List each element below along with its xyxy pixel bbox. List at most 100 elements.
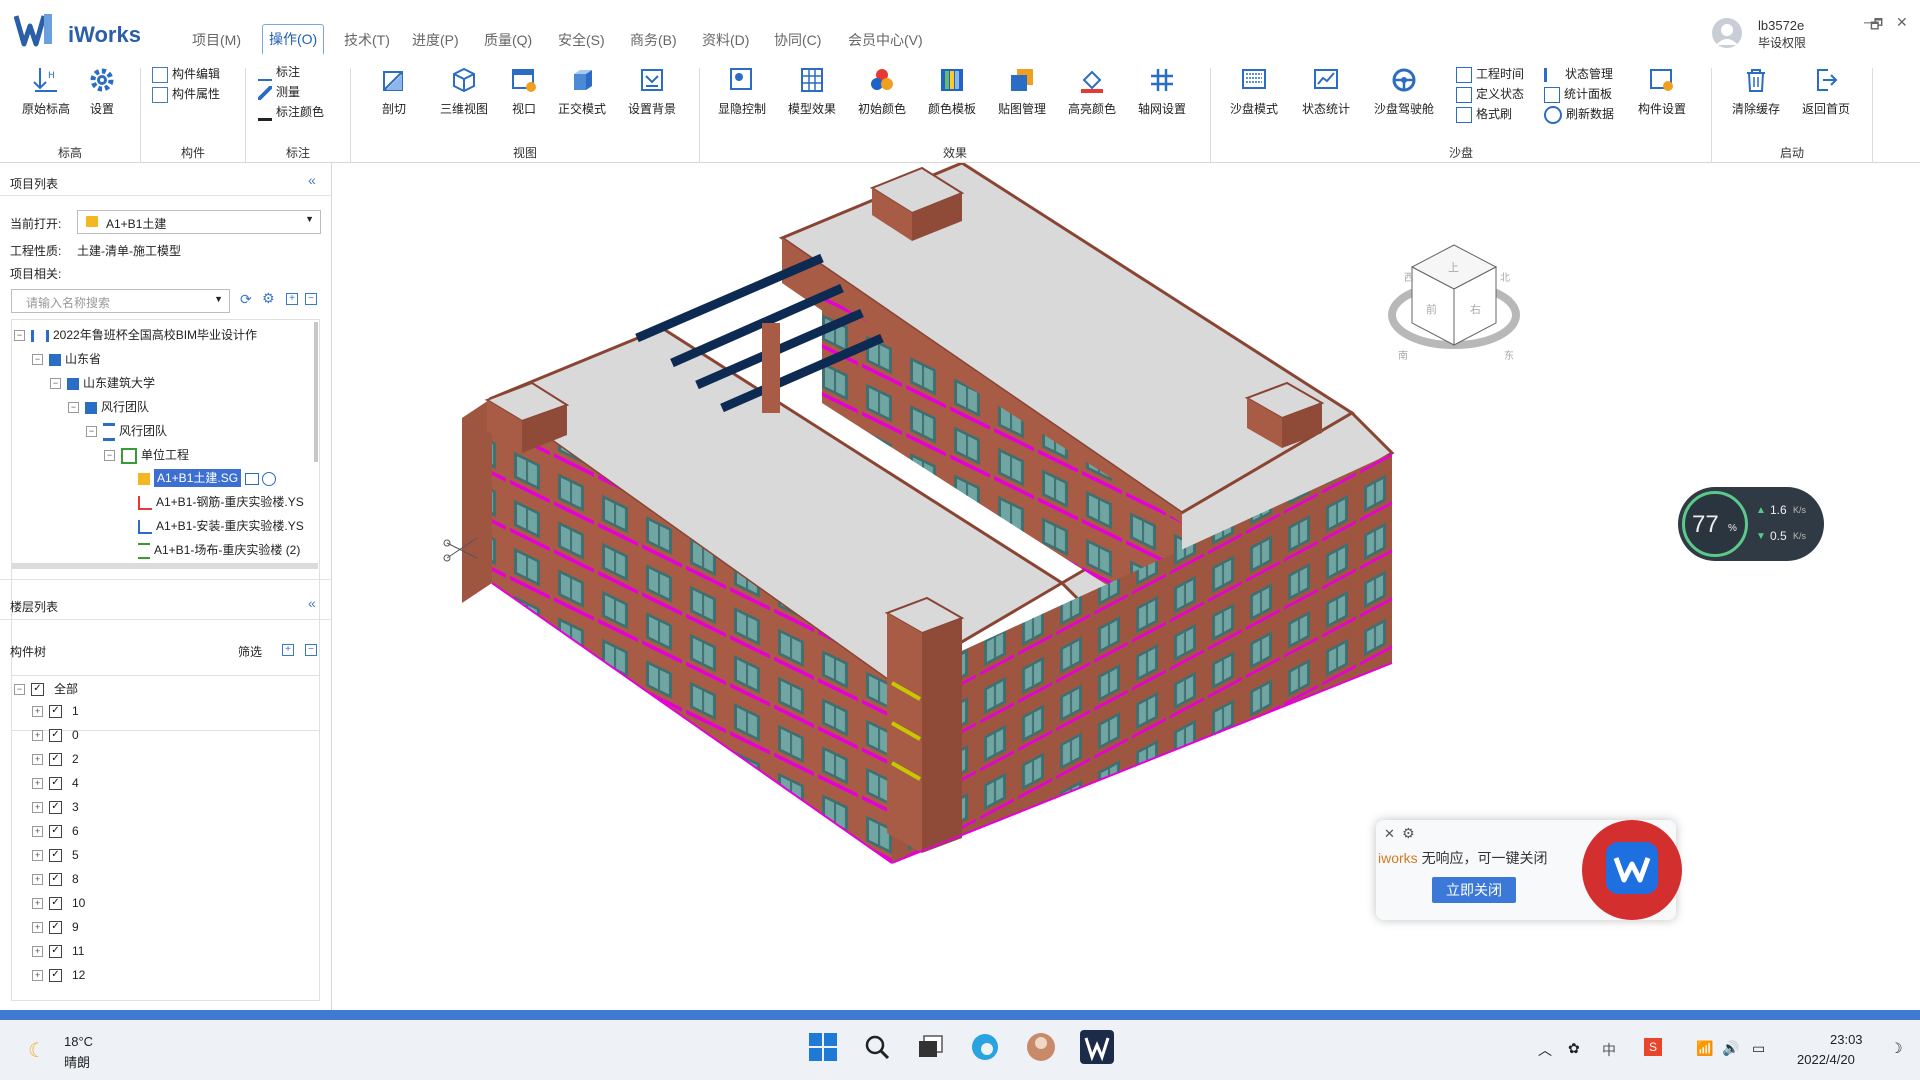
define-status-button[interactable]: 定义状态 xyxy=(1456,84,1524,104)
avatar[interactable] xyxy=(1712,18,1742,48)
annotation-color-button[interactable]: 标注颜色 xyxy=(258,102,324,122)
floor-checkbox[interactable]: ✓ xyxy=(49,873,62,887)
sandbox-mode-button[interactable]: 沙盘模式 xyxy=(1222,66,1286,117)
format-painter-button[interactable]: 格式刷 xyxy=(1456,104,1512,124)
menu-progress[interactable]: 进度(P) xyxy=(406,26,465,54)
tree-item[interactable]: − 单位工程 xyxy=(104,446,189,464)
floor-checkbox[interactable]: ✓ xyxy=(49,753,62,767)
project-search-input[interactable]: 请输入名称搜索 ▼ xyxy=(11,289,230,313)
floor-checkbox[interactable]: ✓ xyxy=(49,897,62,911)
scrollbar[interactable] xyxy=(314,322,318,462)
menu-tech[interactable]: 技术(T) xyxy=(338,26,396,54)
viewcube-face-top[interactable]: 上 xyxy=(1448,261,1459,274)
floor-item[interactable]: + ✓ 3 xyxy=(32,800,79,815)
horizontal-scrollbar[interactable] xyxy=(12,563,318,569)
moon-icon[interactable]: ☾ xyxy=(28,1038,46,1063)
share-icon[interactable] xyxy=(262,471,277,486)
weather-temp[interactable]: 18°C xyxy=(64,1034,93,1049)
expander-icon[interactable]: + xyxy=(32,922,43,934)
floor-item[interactable]: + ✓ 2 xyxy=(32,752,79,767)
menu-safety[interactable]: 安全(S) xyxy=(552,26,611,54)
3d-view-button[interactable]: 三维视图 xyxy=(432,66,496,117)
network-speed-widget[interactable]: 77 % ▲ 1.6 K/s ▼ 0.5 K/s xyxy=(1678,487,1824,561)
floor-checkbox[interactable]: ✓ xyxy=(49,705,62,719)
viewport-button[interactable]: 视口 xyxy=(492,66,556,117)
return-home-button[interactable]: 返回首页 xyxy=(1794,66,1858,117)
chevron-up-icon[interactable]: ︿ xyxy=(1538,1040,1552,1060)
floor-checkbox[interactable]: ✓ xyxy=(49,825,62,839)
floor-item[interactable]: + ✓ 12 xyxy=(32,968,85,983)
menu-quality[interactable]: 质量(Q) xyxy=(478,26,538,54)
building-model[interactable]: 上 前 右 西 北 东 南 xyxy=(332,161,1920,1010)
component-settings-button[interactable]: 构件设置 xyxy=(1630,66,1694,117)
expander-icon[interactable]: + xyxy=(32,826,43,838)
volume-icon[interactable]: 🔊 xyxy=(1722,1040,1739,1057)
floor-item[interactable]: + ✓ 5 xyxy=(32,848,79,863)
floor-checkbox[interactable]: ✓ xyxy=(49,801,62,815)
expander-icon[interactable]: + xyxy=(32,850,43,862)
search-icon[interactable] xyxy=(860,1030,894,1064)
expander-icon[interactable]: + xyxy=(32,730,43,742)
project-time-button[interactable]: 工程时间 xyxy=(1456,64,1524,84)
floor-checkbox[interactable]: ✓ xyxy=(31,683,44,697)
tree-item[interactable]: −2022年鲁班杯全国高校BIM毕业设计作 xyxy=(14,326,257,343)
expander-icon[interactable]: + xyxy=(32,970,43,982)
floor-item[interactable]: + ✓ 11 xyxy=(32,944,84,959)
highlight-color-button[interactable]: 高亮颜色 xyxy=(1060,66,1124,117)
orthographic-mode-button[interactable]: 正交模式 xyxy=(550,66,614,117)
tree-item[interactable]: − 风行团队 xyxy=(86,422,167,441)
refresh-data-button[interactable]: 刷新数据 xyxy=(1544,104,1614,124)
floor-item[interactable]: + ✓ 8 xyxy=(32,872,79,887)
floor-item[interactable]: + ✓ 1 xyxy=(32,704,79,719)
sogou-icon[interactable]: S xyxy=(1644,1038,1662,1056)
floor-checkbox[interactable]: ✓ xyxy=(49,777,62,791)
component-properties-button[interactable]: 构件属性 xyxy=(152,84,220,104)
section-cut-button[interactable]: 剖切 xyxy=(362,66,426,117)
refresh-icon[interactable]: ⟳ xyxy=(240,291,252,308)
color-template-button[interactable]: 颜色模板 xyxy=(920,66,984,117)
gear-icon[interactable]: ⚙ xyxy=(262,290,275,307)
menu-collaboration[interactable]: 协同(C) xyxy=(768,26,827,54)
model-viewport[interactable]: 上 前 右 西 北 东 南 xyxy=(332,161,1920,1010)
compass-south[interactable]: 南 xyxy=(1398,349,1408,362)
floor-item[interactable]: + ✓ 4 xyxy=(32,776,79,791)
expander-icon[interactable]: − xyxy=(14,684,25,696)
grid-settings-button[interactable]: 轴网设置 xyxy=(1130,66,1194,117)
clock-date[interactable]: 2022/4/20 xyxy=(1797,1052,1855,1067)
elevation-settings-button[interactable]: 设置 xyxy=(70,66,134,117)
ime-indicator[interactable]: 中 xyxy=(1602,1040,1616,1060)
floor-checkbox[interactable]: ✓ xyxy=(49,921,62,935)
floor-checkbox[interactable]: ✓ xyxy=(49,969,62,983)
task-view-icon[interactable] xyxy=(914,1030,948,1064)
compass-north[interactable]: 北 xyxy=(1500,272,1510,284)
component-edit-button[interactable]: 构件编辑 xyxy=(152,64,220,84)
tree-item[interactable]: A1+B1-安装-重庆实验楼.YS xyxy=(138,517,304,534)
compass-west[interactable]: 西 xyxy=(1404,273,1414,284)
sandbox-cockpit-button[interactable]: 沙盘驾驶舱 xyxy=(1372,66,1436,117)
menu-business[interactable]: 商务(B) xyxy=(624,26,683,54)
collapse-all-icon[interactable]: − xyxy=(305,644,317,656)
expander-icon[interactable]: + xyxy=(32,778,43,790)
floor-checkbox[interactable]: ✓ xyxy=(49,729,62,743)
expander-icon[interactable]: + xyxy=(32,874,43,886)
visibility-control-button[interactable]: 显隐控制 xyxy=(710,66,774,117)
texture-management-button[interactable]: 贴图管理 xyxy=(990,66,1054,117)
floor-checkbox[interactable]: ✓ xyxy=(49,849,62,863)
collapse-all-icon[interactable]: − xyxy=(305,293,317,305)
tree-item[interactable]: A1+B1-场布-重庆实验楼 (2) xyxy=(138,541,300,559)
expand-all-icon[interactable]: + xyxy=(286,293,298,305)
menu-operation[interactable]: 操作(O) xyxy=(262,24,325,55)
floor-item[interactable]: + ✓ 6 xyxy=(32,824,79,839)
restore-icon[interactable]: 🗗 xyxy=(1870,14,1883,38)
floor-item[interactable]: + ✓ 9 xyxy=(32,920,79,935)
initial-color-button[interactable]: 初始颜色 xyxy=(850,66,914,117)
app-avatar-icon[interactable] xyxy=(1024,1030,1058,1064)
statistics-panel-button[interactable]: 统计面板 xyxy=(1544,84,1612,104)
floor-item-all[interactable]: − ✓ 全部 xyxy=(14,680,78,697)
iworks-badge[interactable] xyxy=(1582,820,1682,920)
current-project-select[interactable]: A1+B1土建 ▼ xyxy=(77,210,321,234)
collapse-floor-panel-icon[interactable]: « xyxy=(308,595,316,611)
set-background-button[interactable]: 设置背景 xyxy=(620,66,684,117)
viewcube-face-right[interactable]: 右 xyxy=(1470,302,1481,316)
viewcube[interactable]: 上 前 右 西 北 东 南 xyxy=(1388,244,1520,362)
